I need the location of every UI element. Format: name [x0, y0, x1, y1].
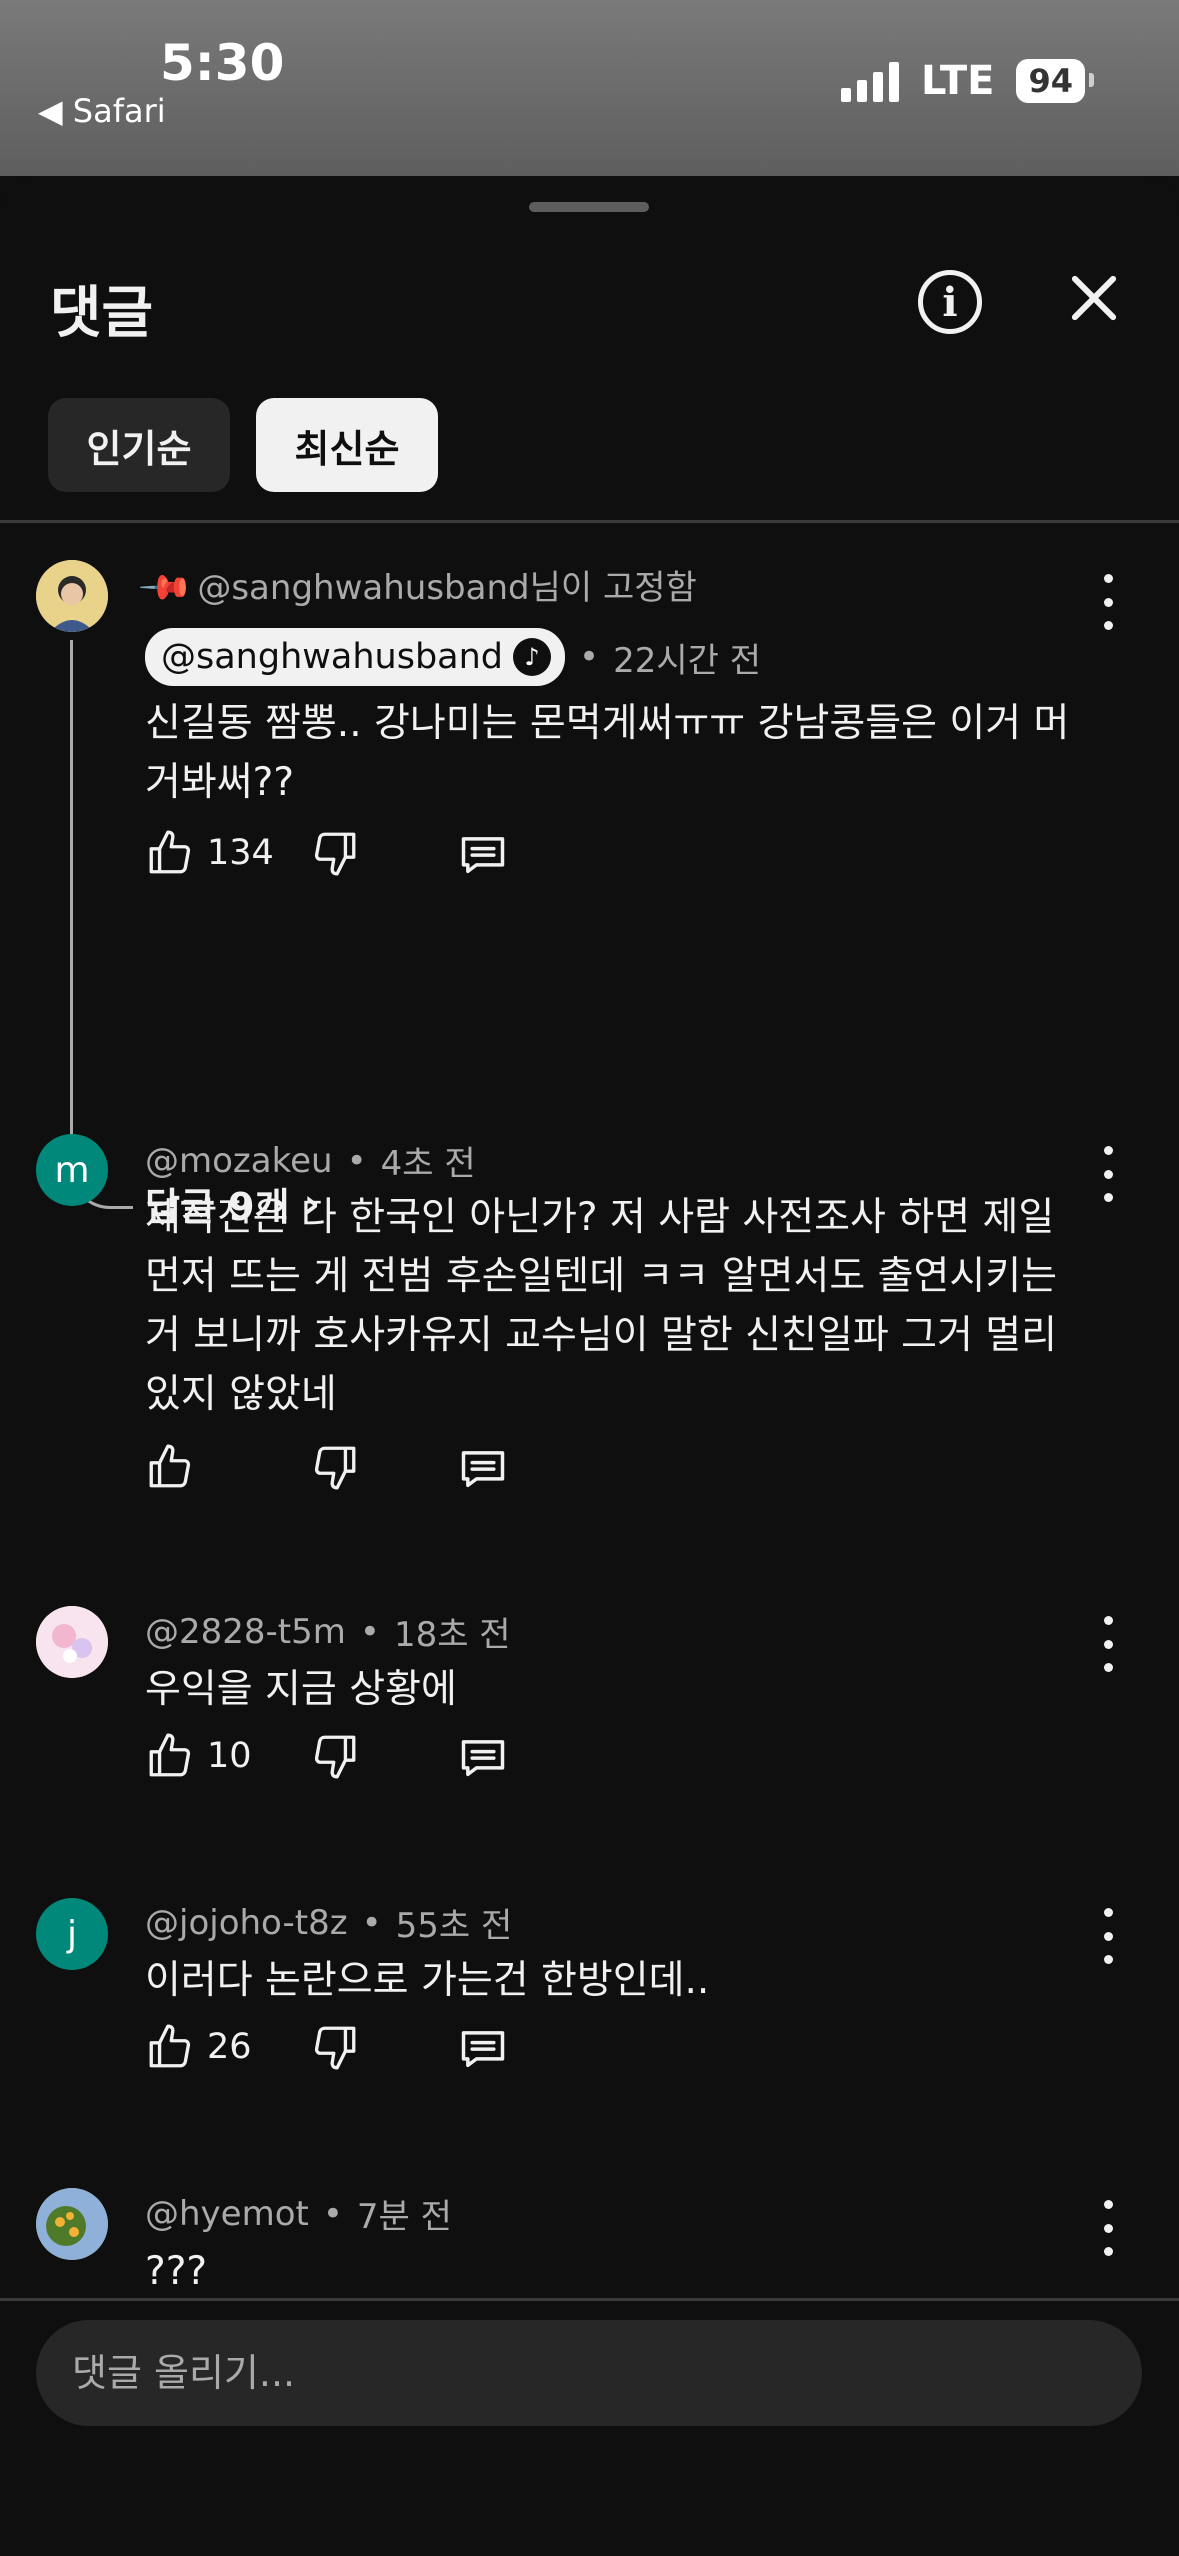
close-icon[interactable] [1068, 272, 1120, 324]
comment-text: 우익을 지금 상황에 [145, 1667, 457, 1712]
comment-meta: @mozakeu • 4초 전 [145, 1136, 476, 1185]
dislike-button[interactable] [310, 2022, 360, 2072]
reply-thread-line [70, 640, 133, 1209]
reply-comment-icon [461, 2031, 505, 2068]
back-to-safari-link[interactable]: ◀ Safari [38, 92, 166, 130]
music-note-icon: ♪ [513, 638, 552, 676]
divider [0, 2298, 1179, 2301]
divider [0, 520, 1179, 523]
comment-time: 22시간 전 [613, 640, 761, 681]
dislike-button[interactable] [310, 828, 360, 878]
author-name: @sanghwahusband [161, 637, 504, 677]
thumbs-down-icon [314, 2026, 356, 2070]
comment-time: 7분 전 [356, 2197, 452, 2237]
more-options-icon[interactable] [1098, 574, 1118, 630]
avatar[interactable]: j [36, 1898, 108, 1970]
status-bar: 5:30 ◀ Safari LTE 94 [0, 0, 1179, 176]
thumbs-up-icon [149, 2024, 191, 2068]
comment-meta: @hyemot • 7분 전 [145, 2189, 452, 2238]
comment-text: 제작진은 다 한국인 아닌가? 저 사람 사전조사 하면 제일 먼저 뜨는 게 … [145, 1195, 1058, 1417]
thumbs-up-icon [149, 1444, 191, 1488]
author-name[interactable]: @hyemot [145, 2194, 309, 2234]
thumbs-up-icon [149, 1733, 191, 1777]
reply-comment-icon [461, 1740, 505, 1777]
comment-text: ??? [145, 2249, 208, 2294]
more-options-icon[interactable] [1098, 1146, 1118, 1202]
add-comment-input[interactable] [36, 2320, 1142, 2426]
like-count: 26 [207, 2027, 252, 2067]
comment-time: 18초 전 [393, 1615, 511, 1655]
thumbs-down-icon [314, 832, 356, 876]
avatar[interactable] [36, 2188, 108, 2260]
avatar[interactable] [36, 560, 108, 632]
comment-time: 55초 전 [395, 1906, 513, 1946]
avatar[interactable]: m [36, 1134, 108, 1206]
more-options-icon[interactable] [1098, 2200, 1118, 2256]
creator-author-chip[interactable]: @sanghwahusband ♪ [145, 628, 566, 686]
author-name[interactable]: @mozakeu [145, 1141, 333, 1181]
like-count: 134 [207, 833, 274, 873]
like-button[interactable]: 10 [145, 1731, 252, 1781]
comment-time: 4초 전 [380, 1144, 476, 1184]
thumbs-down-icon [314, 1446, 356, 1490]
battery-indicator: 94 [1016, 59, 1094, 103]
drag-handle[interactable] [529, 202, 649, 212]
avatar[interactable] [36, 1606, 108, 1678]
info-icon[interactable]: i [918, 270, 982, 334]
author-name[interactable]: @jojoho-t8z [145, 1903, 348, 1943]
thumbs-up-icon [149, 830, 191, 874]
thumbs-down-icon [314, 1735, 356, 1779]
reply-comment-icon [461, 837, 505, 874]
signal-icon [840, 60, 899, 102]
tab-newest-comments[interactable]: 최신순 [256, 398, 438, 492]
status-time: 5:30 [160, 34, 285, 92]
reply-button[interactable] [457, 828, 509, 880]
dislike-button[interactable] [310, 1731, 360, 1781]
comment-meta: @sanghwahusband ♪ • 22시간 전 [145, 628, 761, 686]
network-type: LTE [920, 58, 995, 104]
reply-button[interactable] [457, 1731, 509, 1783]
like-button[interactable] [145, 1442, 207, 1492]
sheet-title: 댓글 [50, 281, 154, 346]
comment-text: 신길동 짬뽕.. 강나미는 몬먹게써ㅠㅠ 강남콩들은 이거 머거봐써?? [145, 701, 1070, 805]
like-button[interactable]: 134 [145, 828, 274, 878]
reply-comment-icon [461, 1451, 505, 1488]
comment-text: 이러다 논란으로 가는건 한방인데.. [145, 1958, 710, 2003]
comment-meta: @jojoho-t8z • 55초 전 [145, 1898, 512, 1947]
like-button[interactable]: 26 [145, 2022, 252, 2072]
more-options-icon[interactable] [1098, 1908, 1118, 1964]
pin-icon: 📌 [137, 558, 196, 618]
more-options-icon[interactable] [1098, 1616, 1118, 1672]
dislike-button[interactable] [310, 1442, 360, 1492]
comment-meta: @2828-t5m • 18초 전 [145, 1607, 511, 1656]
pinned-label: 📌@sanghwahusband님이 고정함 [137, 559, 697, 617]
author-name[interactable]: @2828-t5m [145, 1612, 346, 1652]
tab-top-comments[interactable]: 인기순 [48, 398, 230, 492]
like-count: 10 [207, 1736, 252, 1776]
comments-sheet: 댓글 i 인기순 최신순 📌@sanghwahusband님이 고정함 @san… [0, 176, 1179, 2556]
reply-button[interactable] [457, 1442, 509, 1494]
pinned-text: @sanghwahusband님이 고정함 [197, 568, 697, 608]
reply-button[interactable] [457, 2022, 509, 2074]
